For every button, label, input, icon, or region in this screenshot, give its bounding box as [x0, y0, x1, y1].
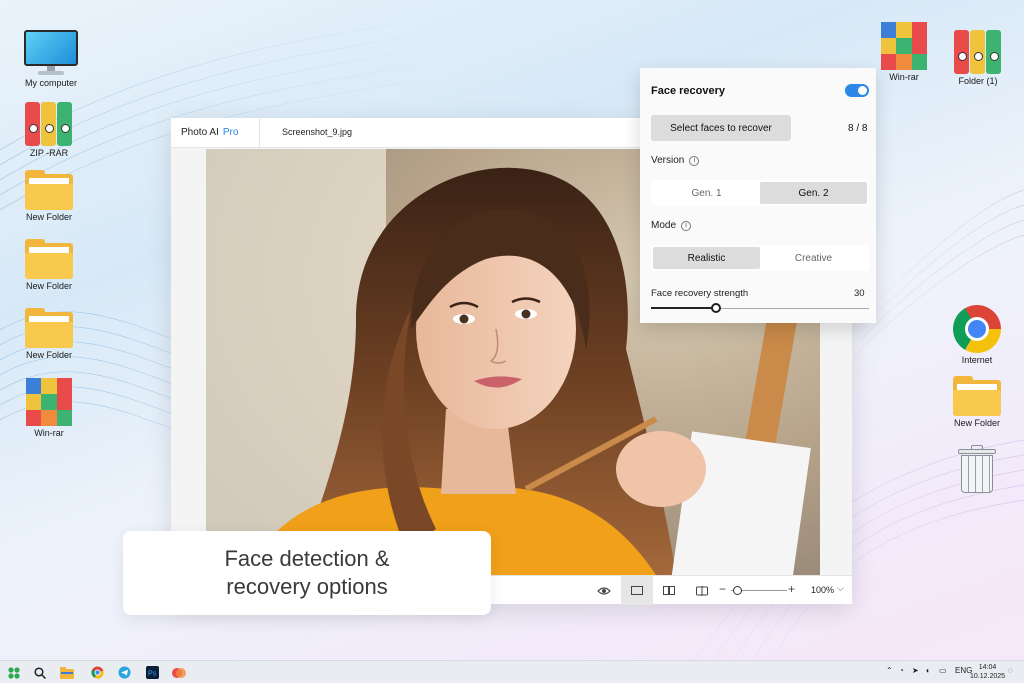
- folder-icon: [25, 170, 73, 210]
- app-name: Photo AI Pro: [181, 127, 238, 138]
- pro-badge: Pro: [222, 127, 239, 138]
- app-name-text: Photo AI: [181, 127, 219, 138]
- strength-slider-handle[interactable]: [711, 303, 722, 313]
- folder-icon: [953, 376, 1001, 416]
- version-option-gen1[interactable]: Gen. 1: [653, 182, 760, 204]
- volume-icon[interactable]: ◖: [925, 666, 930, 675]
- start-button[interactable]: [5, 664, 23, 681]
- mode-label-row: Mode i: [651, 220, 692, 231]
- photoshop-icon: Ps: [145, 666, 159, 679]
- face-recovery-panel: Face recovery Select faces to recover 8 …: [640, 68, 876, 323]
- clock[interactable]: 14:04 10.12.2025: [970, 663, 1005, 681]
- taskbar-app[interactable]: [170, 664, 188, 681]
- start-icon: [8, 666, 20, 679]
- select-faces-button[interactable]: Select faces to recover: [651, 115, 791, 141]
- side-by-side-button[interactable]: [653, 576, 685, 605]
- taskbar-chrome[interactable]: [88, 664, 106, 681]
- zoom-out-button[interactable]: −: [719, 582, 726, 596]
- mode-option-realistic[interactable]: Realistic: [653, 247, 760, 269]
- desktop-icon-label: My computer: [24, 78, 77, 88]
- winrar-icon: [881, 22, 927, 70]
- zoom-level: 100%: [811, 585, 835, 595]
- taskbar-telegram[interactable]: [115, 664, 133, 681]
- taskbar-photoshop[interactable]: Ps: [143, 664, 161, 681]
- clock-time: 14:04: [978, 664, 997, 671]
- desktop-icon-new-folder-3[interactable]: New Folder: [14, 308, 84, 360]
- desktop-icon-label: Win-rar: [34, 428, 64, 438]
- network-icon[interactable]: ◔: [899, 666, 904, 675]
- desktop-icon-new-folder-2[interactable]: New Folder: [14, 239, 84, 291]
- mode-option-creative[interactable]: Creative: [760, 247, 867, 269]
- desktop-icon-label: New Folder: [25, 350, 72, 360]
- panel-title: Face recovery: [651, 85, 725, 97]
- preview-eye-button[interactable]: [588, 576, 620, 605]
- mode-segmented-control: Realistic Creative: [651, 245, 869, 271]
- search-button[interactable]: [31, 664, 49, 681]
- archive-binders-icon: [954, 28, 1002, 74]
- side-by-side-icon: [663, 586, 675, 595]
- eye-icon: [597, 586, 611, 595]
- version-segmented-control: Gen. 1 Gen. 2: [651, 180, 869, 206]
- desktop-icon-label: Internet: [961, 355, 993, 365]
- clock-date: 10.12.2025: [970, 673, 1006, 680]
- desktop-icon-label: New Folder: [25, 281, 72, 291]
- caption-text: Face detection & recovery options: [224, 546, 390, 599]
- chrome-icon: [90, 666, 103, 679]
- desktop-icon-win-rar-left[interactable]: Win-rar: [14, 378, 84, 438]
- zoom-dropdown-chevron-icon[interactable]: ⌵: [837, 583, 844, 594]
- version-label-row: Version i: [651, 155, 700, 166]
- single-view-icon: [631, 586, 643, 595]
- display-icon[interactable]: ▭: [939, 666, 947, 675]
- notifications-bell-icon[interactable]: ◌: [1008, 666, 1013, 675]
- caption-card: Face detection & recovery options: [123, 531, 491, 615]
- zoom-in-button[interactable]: +: [788, 582, 795, 596]
- archive-binders-icon: [25, 100, 73, 146]
- telegram-tray-icon[interactable]: ➤: [912, 666, 919, 675]
- taskbar-file-explorer[interactable]: [58, 664, 76, 681]
- desktop-icon-win-rar-right[interactable]: Win-rar: [869, 22, 939, 82]
- telegram-icon: [118, 666, 130, 679]
- split-view-button[interactable]: [686, 576, 718, 605]
- svg-text:Ps: Ps: [148, 671, 157, 678]
- strength-value: 30: [854, 288, 865, 299]
- taskbar: Ps ⌃ ◔ ➤ ◖ ▭ ENG 14:04 10.12.2025 ◌: [0, 660, 1024, 683]
- file-explorer-icon: [60, 666, 74, 679]
- face-recovery-toggle[interactable]: [845, 84, 869, 97]
- desktop-icon-zip-rar[interactable]: ZIP -RAR: [14, 100, 84, 158]
- desktop-icon-my-computer[interactable]: My computer: [16, 30, 86, 88]
- desktop-icon-label: ZIP -RAR: [29, 148, 69, 158]
- recycle-bin-icon: [958, 445, 996, 493]
- strength-slider-fill: [651, 307, 717, 309]
- folder-icon: [25, 308, 73, 348]
- winrar-icon: [26, 378, 72, 426]
- version-label: Version: [651, 155, 685, 166]
- strength-label: Face recovery strength: [651, 288, 749, 299]
- zoom-slider-handle[interactable]: [732, 586, 742, 595]
- single-view-button[interactable]: [621, 576, 653, 605]
- faces-count: 8 / 8: [848, 123, 868, 134]
- desktop-icon-recycle-bin[interactable]: [942, 445, 1012, 493]
- desktop-icon-label: Folder (1): [958, 76, 998, 86]
- desktop-icon-folder-1[interactable]: Folder (1): [943, 28, 1013, 86]
- monitor-icon: [24, 30, 78, 76]
- desktop-icon-label: New Folder: [25, 212, 72, 222]
- mode-label: Mode: [651, 220, 677, 231]
- titlebar-divider: [259, 118, 260, 148]
- split-view-icon: [696, 585, 708, 596]
- file-tab[interactable]: Screenshot_9.jpg: [282, 127, 352, 137]
- info-icon[interactable]: i: [681, 221, 692, 231]
- desktop-icon-internet[interactable]: Internet: [942, 305, 1012, 365]
- tray-chevron-up-icon[interactable]: ⌃: [886, 666, 893, 675]
- desktop-icon-label: Win-rar: [889, 72, 919, 82]
- desktop-icon-new-folder-right[interactable]: New Folder: [942, 376, 1012, 428]
- info-icon[interactable]: i: [689, 156, 700, 166]
- chrome-icon: [953, 305, 1001, 353]
- version-option-gen2[interactable]: Gen. 2: [760, 182, 867, 204]
- app-icon: [172, 668, 186, 678]
- folder-icon: [25, 239, 73, 279]
- desktop-icon-label: New Folder: [953, 418, 1000, 428]
- desktop-icon-new-folder-1[interactable]: New Folder: [14, 170, 84, 222]
- search-icon: [34, 666, 46, 679]
